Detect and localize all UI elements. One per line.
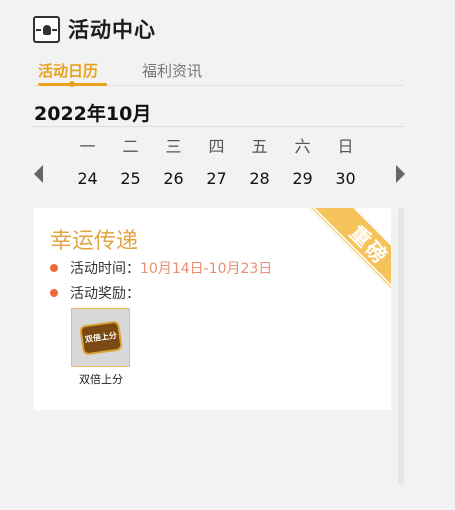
header: 活动中心: [33, 14, 156, 44]
prev-week-arrow-icon[interactable]: [34, 165, 43, 183]
tab-bar: 活动日历 福利资讯: [33, 60, 404, 87]
event-time-label: 活动时间：: [70, 261, 140, 277]
double-score-card-icon: 双倍上分: [78, 319, 123, 356]
weekday-label: 三: [165, 137, 182, 156]
event-time-value: 10月14日-10月23日: [140, 261, 273, 277]
event-reward-row: 活动奖励：: [50, 283, 140, 303]
calendar-day[interactable]: 27: [195, 164, 238, 194]
bullet-icon: [50, 289, 58, 297]
scrollbar[interactable]: [398, 208, 404, 485]
page-title: 活动中心: [68, 18, 156, 42]
calendar-month: 2022年10月: [34, 103, 152, 125]
weekday-label: 六: [294, 137, 311, 156]
month-divider: [33, 126, 404, 127]
bullet-icon: [50, 264, 58, 272]
weekday-label: 日: [337, 137, 354, 156]
calendar-day[interactable]: 24: [66, 164, 109, 194]
event-reward-label: 活动奖励：: [70, 286, 140, 302]
calendar-day[interactable]: 30: [324, 164, 367, 194]
event-time-row: 活动时间： 10月14日-10月23日: [50, 258, 272, 278]
event-card[interactable]: 重磅 幸运传递 活动时间： 10月14日-10月23日 活动奖励： 双倍上分 双…: [34, 208, 391, 410]
reward-icon-frame[interactable]: 双倍上分: [71, 308, 130, 367]
ribbon-label: 重磅: [307, 208, 391, 307]
weekday-label: 二: [122, 137, 139, 156]
calendar-day[interactable]: 28: [238, 164, 281, 194]
weekday-label: 四: [208, 137, 225, 156]
reward-item[interactable]: 双倍上分 双倍上分: [71, 308, 131, 387]
calendar-day[interactable]: 25: [109, 164, 152, 194]
weekday-label: 五: [251, 137, 268, 156]
reward-name: 双倍上分: [79, 373, 123, 386]
active-tab-indicator: [38, 81, 107, 87]
next-week-arrow-icon[interactable]: [396, 165, 405, 183]
app-logo-icon: [33, 15, 60, 43]
event-title: 幸运传递: [50, 229, 139, 254]
calendar-day[interactable]: 29: [281, 164, 324, 194]
week-strip: 一 二 三 四 五 六 日 24 25 26 27 28 29 30: [66, 136, 368, 194]
weekday-label: 一: [79, 137, 96, 156]
featured-ribbon: 重磅: [291, 208, 391, 308]
tab-welfare-news[interactable]: 福利资讯: [142, 60, 202, 81]
tab-activity-calendar[interactable]: 活动日历: [38, 60, 98, 81]
calendar-day[interactable]: 26: [152, 164, 195, 194]
